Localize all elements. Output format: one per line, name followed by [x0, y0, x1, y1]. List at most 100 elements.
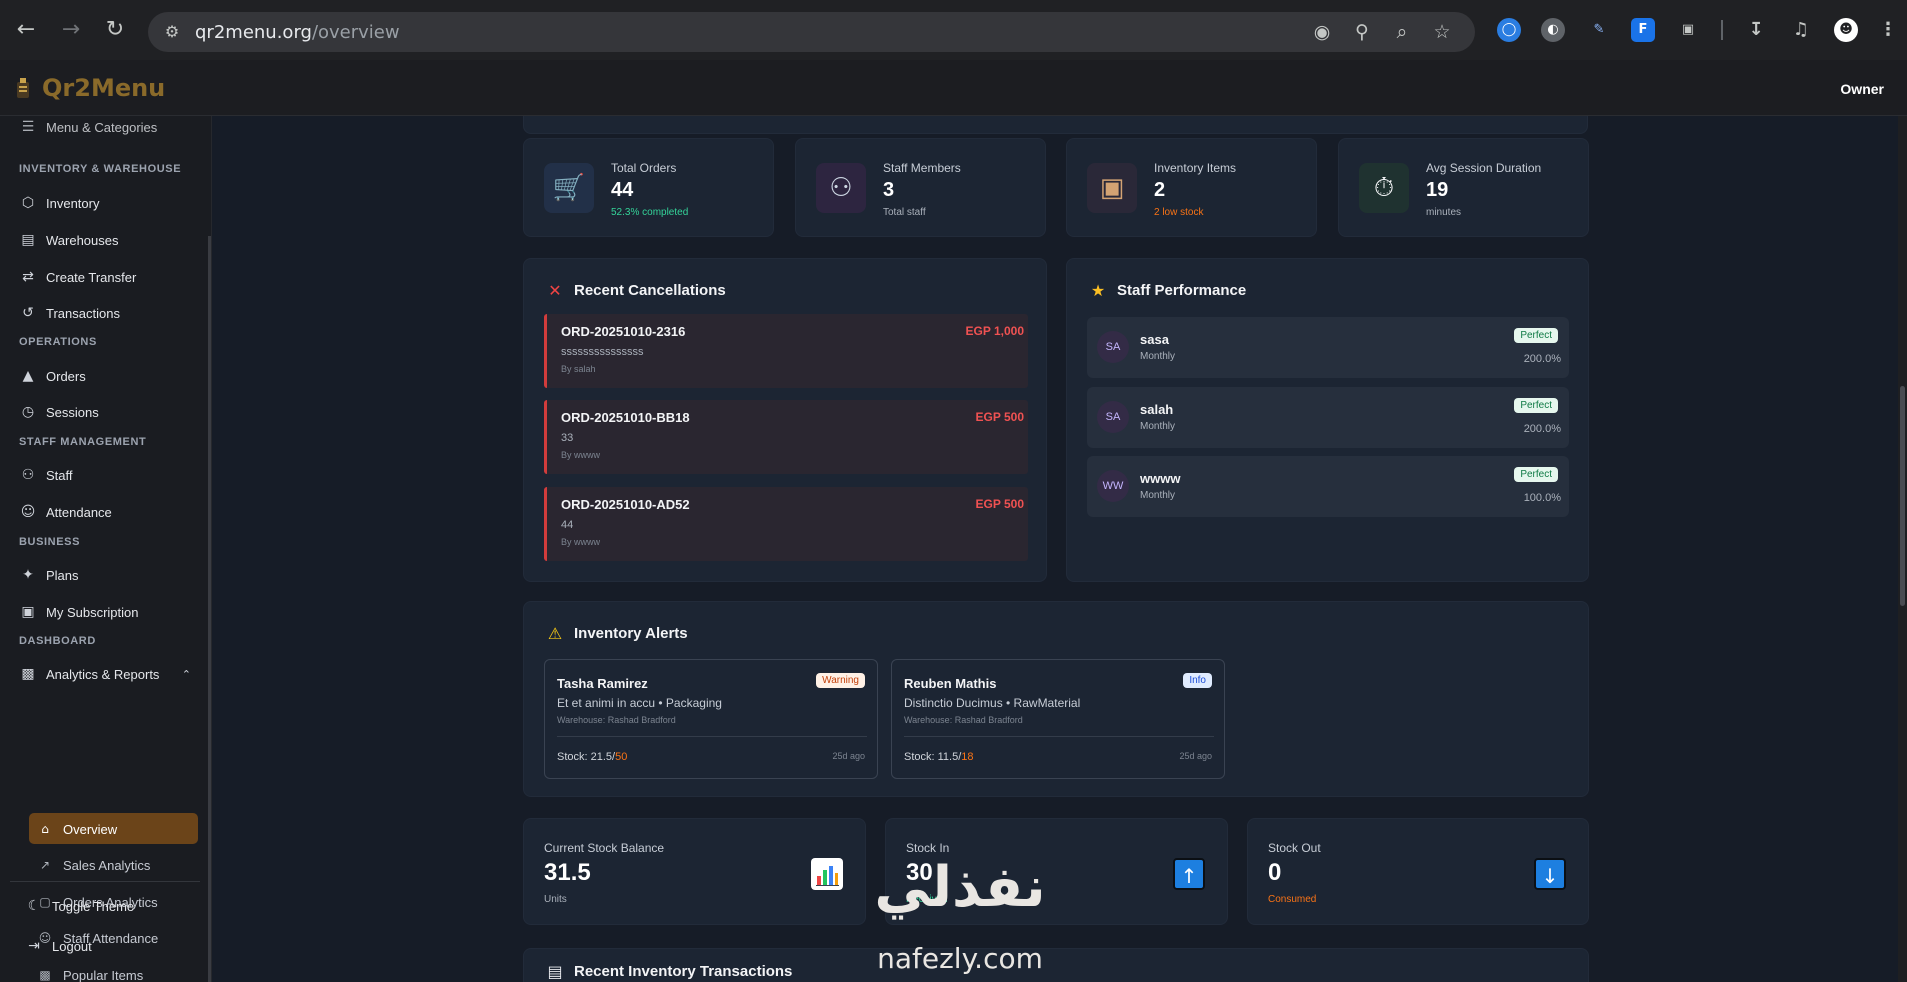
- sidebar-item-plans[interactable]: ✦ Plans: [19, 562, 78, 588]
- avatar: SA: [1097, 401, 1129, 433]
- bag-icon: ▲: [22, 368, 34, 384]
- scrollbar-thumb[interactable]: [1900, 386, 1905, 606]
- cancelled-by: By wwww: [561, 537, 601, 547]
- recent-transactions-title: ▤ Recent Inventory Transactions: [547, 962, 793, 981]
- forward-icon[interactable]: →: [58, 17, 84, 43]
- alert-divider: [557, 736, 867, 737]
- extension-globe-icon[interactable]: ◐: [1541, 18, 1565, 42]
- order-amount: EGP 500: [975, 497, 1024, 511]
- sidebar-item-transactions[interactable]: ↺ Transactions: [19, 300, 120, 326]
- stat-label: Avg Session Duration: [1426, 161, 1542, 175]
- order-id: ORD-20251010-2316: [561, 324, 686, 339]
- trend-icon: ↗: [39, 858, 51, 872]
- order-amount: EGP 500: [975, 410, 1024, 424]
- analytics-bars-icon: ▩: [21, 666, 35, 682]
- star-icon: ★: [1090, 281, 1106, 300]
- url-text[interactable]: qr2menu.org/overview: [195, 22, 400, 43]
- sidebar-item-staff[interactable]: ⚇ Staff: [19, 462, 73, 488]
- balance-sub: Received: [906, 894, 948, 905]
- status-badge: Perfect: [1514, 328, 1558, 343]
- eyedropper-icon[interactable]: ✎: [1587, 18, 1611, 42]
- inventory-alert-item[interactable]: Tasha Ramirez Warning Et et animi in acc…: [544, 659, 878, 779]
- sidebar-divider: [10, 881, 200, 882]
- user-role-label[interactable]: Owner: [1840, 81, 1884, 97]
- stat-value: 44: [611, 179, 634, 201]
- stock-in-card: Stock In 30 Received ↑: [885, 818, 1228, 925]
- inventory-alert-item[interactable]: Reuben Mathis Info Distinctio Ducimus • …: [891, 659, 1225, 779]
- site-info-icon[interactable]: ⚙: [159, 19, 185, 45]
- extensions-puzzle-icon[interactable]: ▣: [1676, 18, 1700, 42]
- sidebar-subitem-popular-items[interactable]: ▩ Popular Items: [37, 962, 143, 982]
- extension-f-icon[interactable]: F: [1631, 18, 1655, 42]
- brand[interactable]: Qr2Menu: [14, 74, 165, 102]
- sidebar-subitem-sales-analytics[interactable]: ↗ Sales Analytics: [37, 852, 150, 878]
- stat-sub: 2 low stock: [1154, 207, 1204, 218]
- staff-period: Monthly: [1140, 351, 1176, 362]
- extension-shield-icon[interactable]: ◯: [1497, 18, 1521, 42]
- reload-icon[interactable]: ↻: [102, 17, 128, 43]
- cancellation-item[interactable]: ORD-20251010-AD52 EGP 500 44 By wwww: [544, 487, 1028, 561]
- order-id: ORD-20251010-AD52: [561, 497, 690, 512]
- cancelled-by: By wwww: [561, 450, 601, 460]
- people-icon: ⚇: [816, 163, 866, 213]
- status-badge: Perfect: [1514, 398, 1558, 413]
- cart-icon: 🛒: [544, 163, 594, 213]
- sidebar-subitem-overview[interactable]: ⌂ Overview: [37, 816, 117, 842]
- info-badge: Info: [1183, 673, 1212, 688]
- staff-period: Monthly: [1140, 421, 1176, 432]
- logout-button[interactable]: ⇥ Logout: [25, 933, 92, 959]
- bookmark-star-icon[interactable]: ☆: [1429, 19, 1455, 45]
- download-icon[interactable]: ↧: [1744, 18, 1768, 42]
- balance-sub: Units: [544, 894, 567, 905]
- menu-kebab-icon[interactable]: ⋮: [1876, 18, 1900, 42]
- profile-avatar-icon[interactable]: ☻: [1834, 18, 1858, 42]
- sidebar-scrollbar[interactable]: [208, 236, 211, 982]
- performance-row[interactable]: SA salah Monthly Perfect 200.0%: [1087, 387, 1569, 448]
- section-inventory-warehouse: INVENTORY & WAREHOUSE: [19, 163, 182, 175]
- sidebar-item-orders[interactable]: ▲ Orders: [19, 363, 86, 389]
- stat-label: Total Orders: [611, 161, 677, 175]
- performance-row[interactable]: WW wwww Monthly Perfect 100.0%: [1087, 456, 1569, 517]
- warning-badge: Warning: [816, 673, 865, 688]
- cancel-reason: 44: [561, 519, 574, 531]
- status-badge: Perfect: [1514, 467, 1558, 482]
- sidebar-item-attendance[interactable]: ☺ Attendance: [19, 499, 112, 525]
- sidebar-item-menu-categories[interactable]: ☰ Menu & Categories: [19, 116, 158, 140]
- location-icon[interactable]: ◉: [1309, 19, 1335, 45]
- sidebar-item-create-transfer[interactable]: ⇄ Create Transfer: [19, 264, 136, 290]
- address-bar[interactable]: ⚙ qr2menu.org/overview ◉ ⚲ ⌕ ☆: [148, 12, 1475, 52]
- stat-card-avg-session: ⏱ Avg Session Duration 19 minutes: [1338, 138, 1589, 237]
- media-control-icon[interactable]: ♫: [1789, 18, 1813, 42]
- browser-toolbar: ← → ↻ ⚙ qr2menu.org/overview ◉ ⚲ ⌕ ☆ ◯ ◐…: [0, 0, 1907, 60]
- alert-description: Distinctio Ducimus • RawMaterial: [904, 696, 1081, 710]
- stat-card-total-orders: 🛒 Total Orders 44 52.3% completed: [523, 138, 774, 237]
- key-icon[interactable]: ⚲: [1349, 19, 1375, 45]
- performance-row[interactable]: SA sasa Monthly Perfect 200.0%: [1087, 317, 1569, 378]
- alert-stock: Stock: 11.5/18: [904, 751, 974, 763]
- performance-percent: 200.0%: [1523, 423, 1561, 435]
- sidebar-item-analytics-reports[interactable]: ▩ Analytics & Reports ⌃: [19, 661, 191, 687]
- sidebar-item-my-subscription[interactable]: ▣ My Subscription: [19, 599, 138, 625]
- back-icon[interactable]: ←: [13, 17, 39, 43]
- sidebar-item-inventory[interactable]: ⬡ Inventory: [19, 190, 100, 216]
- order-amount: EGP 1,000: [965, 324, 1025, 338]
- package-icon: ▣: [1087, 163, 1137, 213]
- warehouse-icon: ▤: [21, 232, 35, 248]
- arrow-up-icon: ↑: [1173, 858, 1205, 890]
- page-scrollbar[interactable]: [1898, 116, 1907, 982]
- recent-transactions-card: ▤ Recent Inventory Transactions: [523, 948, 1589, 982]
- stock-out-card: Stock Out 0 Consumed ↓: [1247, 818, 1589, 925]
- toggle-theme-button[interactable]: ☾ Toggle Theme: [25, 893, 134, 919]
- staff-period: Monthly: [1140, 490, 1176, 501]
- cancellation-item[interactable]: ORD-20251010-BB18 EGP 500 33 By wwww: [544, 400, 1028, 474]
- sidebar-item-warehouses[interactable]: ▤ Warehouses: [19, 227, 118, 253]
- cancellation-item[interactable]: ORD-20251010-2316 EGP 1,000 ssssssssssss…: [544, 314, 1028, 388]
- zoom-icon[interactable]: ⌕: [1389, 19, 1415, 45]
- sidebar-item-sessions[interactable]: ◷ Sessions: [19, 399, 99, 425]
- clipboard-icon: ▤: [547, 962, 563, 981]
- stat-value: 3: [883, 179, 895, 201]
- brand-logo-icon: [14, 76, 32, 100]
- performance-percent: 200.0%: [1523, 353, 1561, 365]
- avatar: SA: [1097, 331, 1129, 363]
- x-icon: ✕: [548, 281, 562, 300]
